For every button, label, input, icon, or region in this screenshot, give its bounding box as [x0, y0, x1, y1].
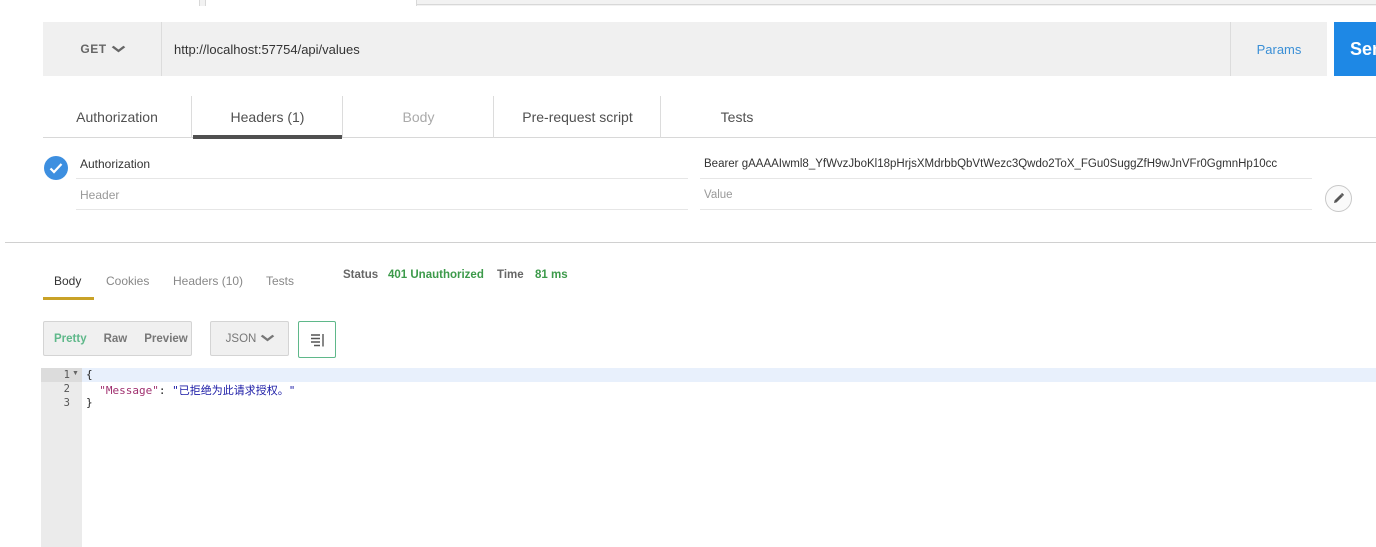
- code-line: }: [86, 396, 93, 409]
- check-icon: [49, 163, 63, 174]
- new-header-key-input[interactable]: [76, 180, 688, 210]
- response-tab-tests[interactable]: Tests: [266, 262, 294, 300]
- code-brace-close: }: [86, 396, 93, 409]
- active-line-highlight: [82, 368, 1376, 382]
- json-colon: :: [158, 384, 173, 397]
- tab-tests[interactable]: Tests: [662, 96, 812, 138]
- status-value: 401 Unauthorized: [388, 269, 484, 281]
- params-button[interactable]: Params: [1230, 22, 1327, 76]
- window-tab-strip: [0, 0, 1376, 6]
- code-line: "Message": "已拒绝为此请求授权。": [86, 382, 295, 398]
- fold-toggle-icon[interactable]: ▼: [72, 370, 79, 377]
- header-value-input[interactable]: [700, 149, 1312, 179]
- tab-pre-request-script[interactable]: Pre-request script: [495, 96, 661, 138]
- request-tabs: Authorization Headers (1) Body Pre-reque…: [43, 96, 1376, 139]
- new-header-value-input[interactable]: [700, 180, 1312, 210]
- code-line: {: [86, 368, 93, 381]
- format-dropdown[interactable]: JSON: [210, 321, 289, 356]
- send-button[interactable]: Send: [1334, 22, 1376, 76]
- window-tab[interactable]: [0, 0, 200, 6]
- pencil-icon: [1334, 192, 1345, 203]
- json-key: "Message": [99, 384, 159, 397]
- time-value: 81 ms: [535, 269, 568, 281]
- wrap-lines-button[interactable]: [298, 321, 336, 358]
- view-preview-button[interactable]: Preview: [144, 333, 187, 345]
- method-dropdown[interactable]: GET: [43, 22, 162, 76]
- line-number: 1: [63, 369, 70, 381]
- chevron-down-icon: [111, 42, 125, 56]
- tab-authorization[interactable]: Authorization: [43, 96, 192, 138]
- view-raw-button[interactable]: Raw: [104, 333, 128, 345]
- method-label: GET: [80, 42, 107, 56]
- format-label: JSON: [225, 332, 257, 345]
- line-number: 2: [63, 383, 70, 395]
- wrap-lines-icon: [311, 333, 324, 346]
- time-label: Time: [497, 269, 524, 281]
- response-tab-cookies[interactable]: Cookies: [106, 262, 149, 300]
- response-tab-headers[interactable]: Headers (10): [173, 262, 243, 300]
- view-mode-group: Pretty Raw Preview: [43, 321, 192, 356]
- header-enabled-checkbox[interactable]: [44, 156, 68, 180]
- bulk-edit-button[interactable]: [1325, 185, 1352, 212]
- tab-strip-line: [417, 4, 1376, 5]
- view-pretty-button[interactable]: Pretty: [54, 333, 87, 345]
- request-url-bar: GET Params: [43, 22, 1327, 76]
- section-divider: [5, 242, 1376, 243]
- window-tab-active[interactable]: [205, 0, 417, 6]
- tab-body[interactable]: Body: [344, 96, 494, 138]
- response-tab-body[interactable]: Body: [43, 262, 94, 300]
- code-brace-open: {: [86, 368, 93, 381]
- status-label: Status: [343, 269, 379, 281]
- json-value: "已拒绝为此请求授权。": [172, 384, 296, 397]
- line-number: 3: [63, 397, 70, 409]
- tab-headers[interactable]: Headers (1): [193, 96, 343, 139]
- url-input[interactable]: [163, 22, 1229, 76]
- chevron-down-icon: [261, 333, 275, 345]
- header-key-input[interactable]: [76, 149, 688, 179]
